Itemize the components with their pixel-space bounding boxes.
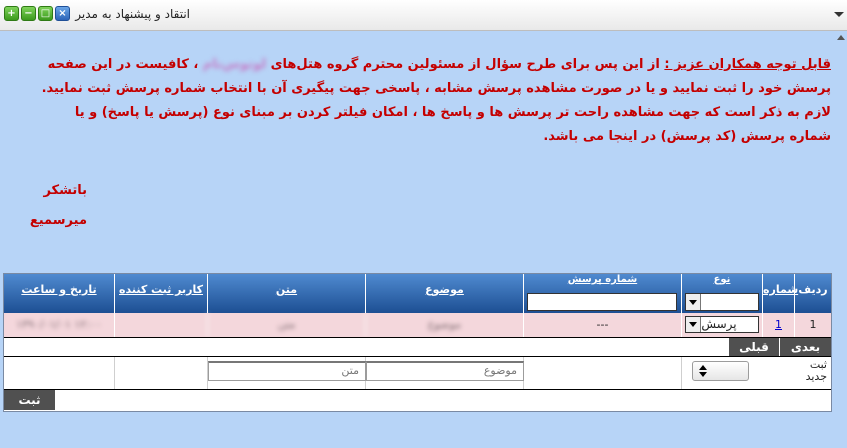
- dropdown-arrow-icon: [686, 294, 701, 310]
- submit-bar: ثبت: [4, 389, 831, 411]
- scroll-up-arrow-icon[interactable]: [837, 35, 845, 40]
- up-arrow-icon: [699, 365, 707, 370]
- new-entry-row: ثبت جدید موضوع متن: [4, 357, 831, 389]
- new-entry-qnum-cell: [523, 357, 681, 389]
- type-filter-select[interactable]: [685, 293, 759, 311]
- window-controls: + − □ ×: [4, 6, 70, 21]
- cell-number: 1: [762, 313, 794, 337]
- messages-grid: ردیف شماره نوع شماره پرسش موضوع متن کارب…: [3, 273, 832, 412]
- close-icon[interactable]: ×: [55, 6, 70, 21]
- header-type[interactable]: نوع: [681, 274, 762, 313]
- window-titlebar: + − □ × انتقاد و پیشنهاد به مدیر: [0, 0, 847, 31]
- text-input[interactable]: متن: [208, 361, 366, 381]
- type-select[interactable]: [692, 361, 749, 381]
- header-datetime[interactable]: تاریخ و ساعت: [4, 274, 114, 313]
- notice-line2: لازم به ذکر است که جهت مشاهده راحت تر پر…: [74, 105, 831, 144]
- question-number-filter-input[interactable]: [527, 293, 677, 311]
- minimize-icon[interactable]: −: [21, 6, 36, 21]
- header-number[interactable]: شماره: [762, 274, 798, 313]
- cell-subject: موضوع: [365, 313, 523, 337]
- signature-name: میرسمیع: [29, 213, 87, 228]
- signature-thanks: باتشکر: [43, 183, 87, 198]
- scrollbar[interactable]: [834, 31, 847, 448]
- notice-blurred-name: لوتوس‌نام: [202, 57, 267, 72]
- new-entry-type-cell: [681, 357, 762, 389]
- cell-row-number: 1: [794, 313, 831, 337]
- cell-user: [114, 313, 207, 337]
- next-page-button[interactable]: بعدی: [780, 338, 831, 356]
- header-user[interactable]: کاربر ثبت کننده: [114, 274, 207, 313]
- down-arrow-icon: [699, 372, 707, 377]
- cell-type: پرسش: [681, 313, 762, 337]
- header-question-number[interactable]: شماره پرسش: [523, 274, 681, 313]
- grid-header: ردیف شماره نوع شماره پرسش موضوع متن کارب…: [4, 274, 831, 313]
- cell-datetime: ۱۳۹۰/۰۱/۰۱ ۱۲:۰۰: [16, 318, 102, 331]
- header-subject[interactable]: موضوع: [365, 274, 523, 313]
- notice-text: قابل توجه همکاران عزیز : از این پس برای …: [31, 53, 831, 149]
- dropdown-arrow-icon: [686, 317, 701, 332]
- new-entry-label: ثبت جدید: [805, 358, 827, 383]
- maximize-icon[interactable]: +: [4, 6, 19, 21]
- type-select[interactable]: پرسش: [685, 316, 759, 333]
- notice-line1-a: از این پس برای طرح سؤال از مسئولین محترم…: [270, 57, 665, 72]
- question-number-link[interactable]: 1: [775, 318, 782, 331]
- new-entry-text-cell: متن: [207, 357, 366, 389]
- restore-icon[interactable]: □: [38, 6, 53, 21]
- new-entry-user-cell: [114, 357, 207, 389]
- submit-button[interactable]: ثبت: [4, 390, 55, 410]
- pager: بعدی قبلی: [4, 337, 831, 357]
- header-text[interactable]: متن: [207, 274, 365, 313]
- header-row-number: ردیف: [794, 274, 831, 313]
- new-entry-subject-cell: موضوع: [365, 357, 524, 389]
- page-body: قابل توجه همکاران عزیز : از این پس برای …: [0, 31, 847, 448]
- notice-lead: قابل توجه همکاران عزیز :: [664, 57, 831, 72]
- cell-text: متن: [207, 313, 365, 337]
- table-row: 1 1 پرسش --- موضوع متن ۱۳۹۰/۰۱/۰۱ ۱۲:۰۰: [4, 313, 831, 337]
- cell-question-number: ---: [523, 313, 681, 337]
- prev-page-button[interactable]: قبلی: [729, 338, 779, 356]
- window-title: انتقاد و پیشنهاد به مدیر: [75, 7, 190, 21]
- scroll-up-icon[interactable]: [834, 12, 844, 17]
- new-entry-label-cell: ثبت جدید: [762, 357, 831, 389]
- subject-input[interactable]: موضوع: [366, 361, 524, 381]
